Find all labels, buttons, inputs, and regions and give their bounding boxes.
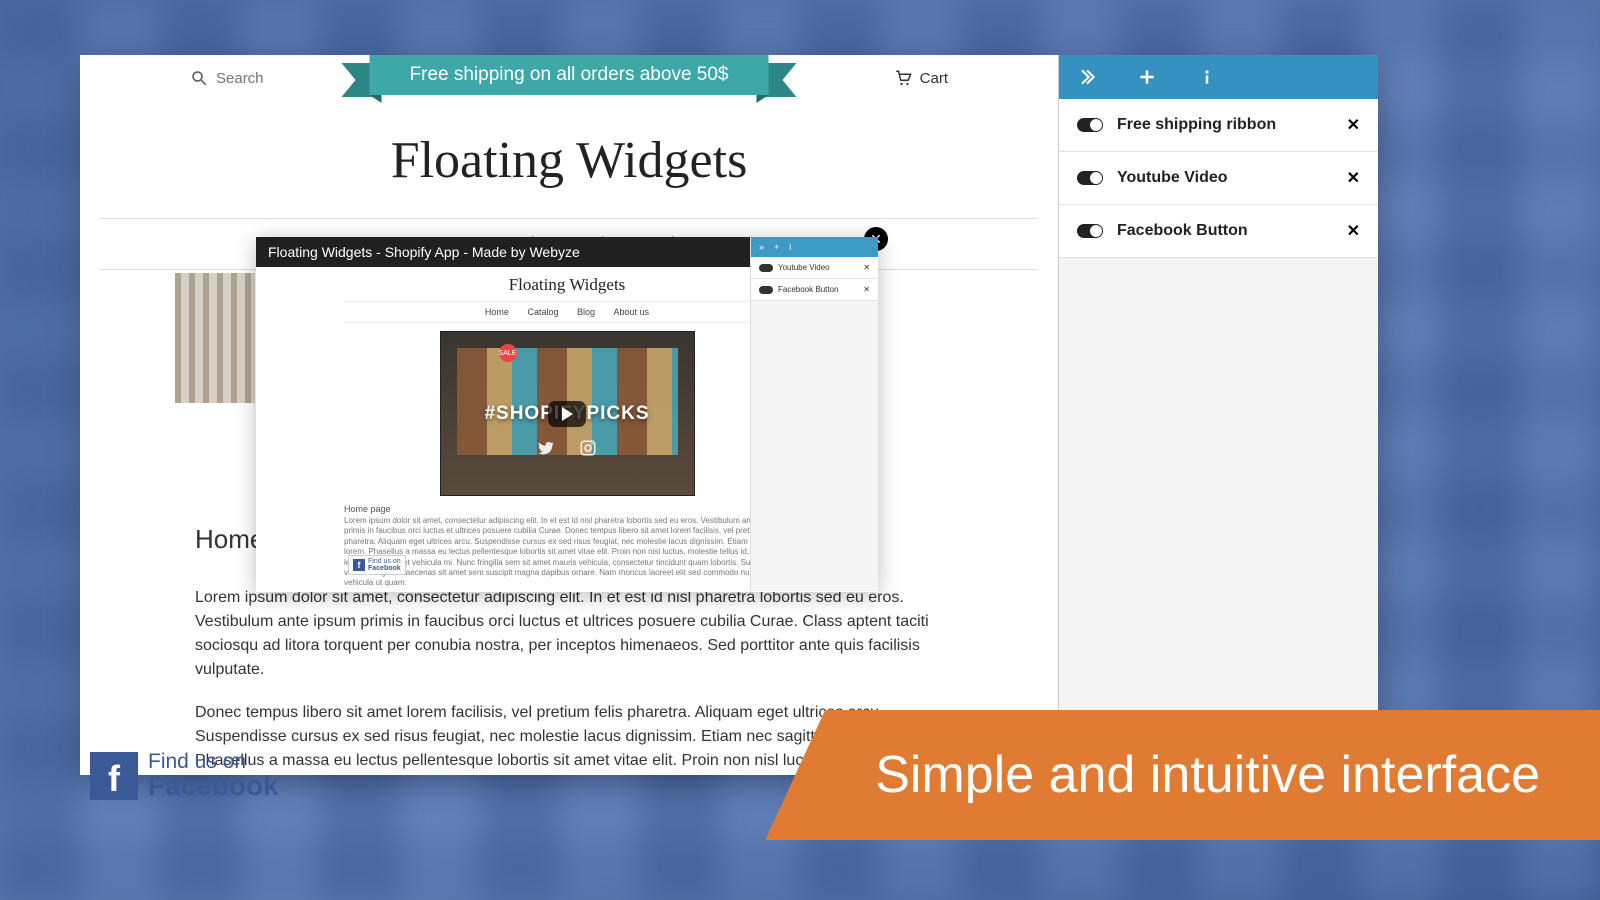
delete-icon[interactable]: ✕ [1347, 168, 1360, 188]
plus-icon: + [774, 242, 779, 252]
fb-line1: Find us on [148, 751, 279, 772]
embedded-video-thumbnail[interactable]: SALE #SHOPIFYPICKS [440, 331, 695, 496]
toggle-switch[interactable] [1077, 171, 1103, 185]
delete-icon[interactable]: ✕ [1347, 221, 1360, 241]
youtube-title: Floating Widgets - Shopify App - Made by… [268, 244, 580, 260]
close-icon: ✕ [863, 285, 870, 294]
chevron-right-icon: » [759, 242, 764, 252]
add-widget-icon[interactable] [1137, 67, 1157, 87]
widget-row-youtube[interactable]: Youtube Video ✕ [1059, 152, 1378, 205]
toggle-switch[interactable] [1077, 224, 1103, 238]
facebook-icon: f [90, 752, 138, 800]
mini-widget-row: Facebook Button ✕ [751, 279, 878, 301]
mini-heading: Home page [344, 504, 790, 514]
cart-label: Cart [920, 70, 948, 87]
marketing-callout: Simple and intuitive interface [765, 710, 1600, 840]
sidebar-header [1059, 55, 1378, 99]
instagram-icon [579, 439, 597, 457]
play-icon[interactable] [548, 401, 586, 427]
mini-nav-item: About us [614, 307, 650, 317]
ribbon-text: Free shipping on all orders above 50$ [410, 64, 729, 85]
widget-label: Free shipping ribbon [1117, 116, 1333, 134]
promo-ribbon-widget[interactable]: Free shipping on all orders above 50$ [370, 55, 769, 95]
mini-nav-item: Home [485, 307, 509, 317]
twitter-icon [537, 439, 555, 457]
mini-fb-line2: Facebook [368, 565, 401, 572]
storefront-preview: Cart Free shipping on all orders above 5… [80, 55, 1058, 775]
widget-row-facebook[interactable]: Facebook Button ✕ [1059, 205, 1378, 258]
mini-nav: Home Catalog Blog About us [344, 301, 790, 323]
collapse-icon[interactable] [1077, 67, 1097, 87]
mini-widget-label: Facebook Button [778, 285, 838, 294]
mini-facebook-badge: f Find us on Facebook [348, 555, 406, 575]
body-paragraph: Lorem ipsum dolor sit amet, consectetur … [195, 586, 943, 683]
callout-text: Simple and intuitive interface [875, 745, 1540, 805]
app-frame: Cart Free shipping on all orders above 5… [80, 55, 1378, 775]
mini-nav-item: Blog [577, 307, 595, 317]
close-icon: ✕ [863, 263, 870, 272]
mini-lorem: Lorem ipsum dolor sit amet, consectetur … [344, 516, 790, 589]
mini-sidebar-panel: » + i Youtube Video ✕ Facebook Button ✕ [750, 237, 878, 591]
facebook-button-widget[interactable]: f Find us on Facebook [90, 751, 279, 800]
widget-row-ribbon[interactable]: Free shipping ribbon ✕ [1059, 99, 1378, 152]
mini-fb-line1: Find us on [368, 558, 401, 565]
mini-site-title: Floating Widgets [344, 275, 790, 295]
info-icon[interactable] [1197, 67, 1217, 87]
delete-icon[interactable]: ✕ [1347, 115, 1360, 135]
widget-label: Youtube Video [1117, 169, 1333, 187]
facebook-icon: f [353, 559, 365, 571]
search-input[interactable] [216, 70, 336, 87]
fb-line2: Facebook [148, 772, 279, 800]
cart-icon [894, 69, 912, 87]
mini-nav-item: Catalog [527, 307, 558, 317]
mini-widget-label: Youtube Video [778, 263, 830, 272]
sale-badge-icon: SALE [499, 344, 517, 362]
toggle-icon [759, 264, 773, 272]
hero-image [175, 273, 255, 403]
search[interactable] [100, 69, 336, 87]
site-title: Floating Widgets [100, 131, 1038, 190]
search-icon [190, 69, 208, 87]
mini-widget-row: Youtube Video ✕ [751, 257, 878, 279]
info-icon: i [789, 242, 791, 252]
cart-link[interactable]: Cart [894, 69, 948, 87]
youtube-video-widget[interactable]: ✕ Floating Widgets - Shopify App - Made … [256, 237, 878, 592]
widgets-sidebar: Free shipping ribbon ✕ Youtube Video ✕ F… [1058, 55, 1378, 775]
toggle-icon [759, 286, 773, 294]
toggle-switch[interactable] [1077, 118, 1103, 132]
widget-label: Facebook Button [1117, 222, 1333, 240]
